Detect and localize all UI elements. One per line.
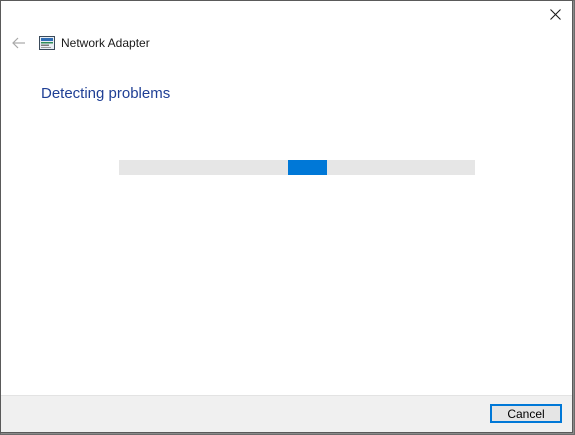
- close-icon: [549, 8, 561, 20]
- network-adapter-icon: [39, 36, 55, 50]
- troubleshooter-window: Network Adapter Detecting problems Cance…: [0, 0, 573, 433]
- cancel-button[interactable]: Cancel: [490, 404, 562, 423]
- close-button[interactable]: [538, 1, 572, 27]
- page-heading: Detecting problems: [41, 85, 171, 102]
- window-title: Network Adapter: [61, 36, 150, 50]
- progress-bar: [119, 160, 475, 175]
- back-arrow-icon: [12, 37, 25, 49]
- progress-bar-indicator: [288, 160, 328, 175]
- footer-bar: Cancel: [1, 395, 572, 432]
- back-button[interactable]: [9, 35, 29, 51]
